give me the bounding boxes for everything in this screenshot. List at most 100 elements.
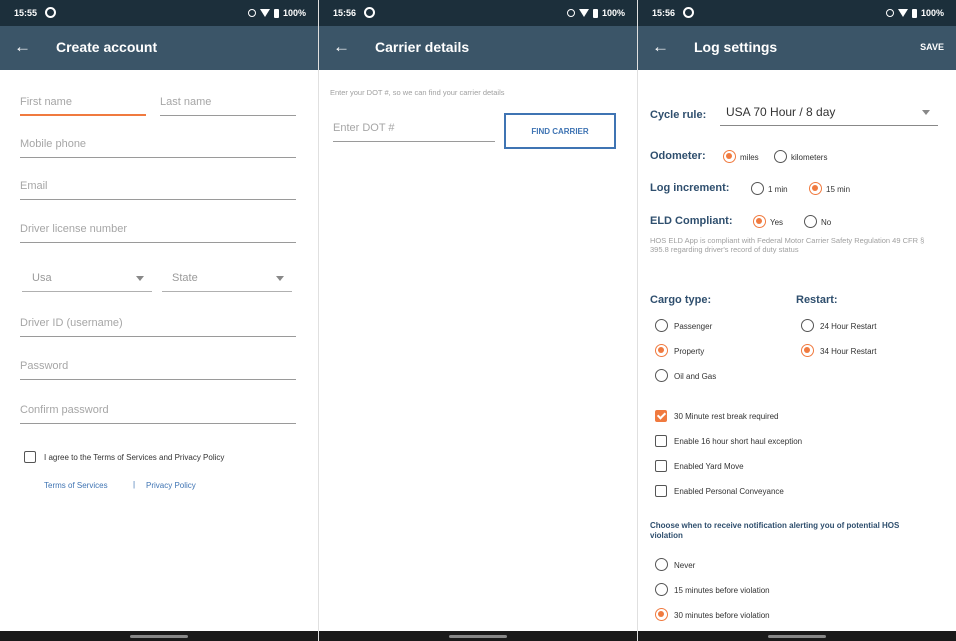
restart-label: Restart: bbox=[796, 294, 838, 306]
battery-icon bbox=[911, 8, 917, 18]
g-icon bbox=[683, 7, 694, 18]
eld-no-label: No bbox=[821, 218, 832, 227]
status-bar: 15:56 100% bbox=[638, 0, 956, 26]
driver-license-input[interactable] bbox=[20, 217, 296, 241]
page-title: Create account bbox=[56, 39, 158, 55]
odometer-miles-radio[interactable] bbox=[723, 150, 736, 163]
mobile-phone-field[interactable] bbox=[20, 132, 296, 158]
confirm-password-field[interactable] bbox=[20, 398, 296, 424]
g-icon bbox=[45, 7, 56, 18]
wifi-icon bbox=[897, 9, 908, 17]
eld-yes-radio[interactable] bbox=[753, 215, 766, 228]
battery-percent: 100% bbox=[920, 8, 944, 18]
driver-id-field[interactable] bbox=[20, 311, 296, 337]
odometer-label: Odometer: bbox=[650, 150, 706, 162]
eld-no-radio[interactable] bbox=[804, 215, 817, 228]
page-title: Carrier details bbox=[375, 39, 470, 55]
home-pill[interactable] bbox=[130, 635, 188, 638]
back-arrow-icon[interactable]: ← bbox=[652, 37, 669, 57]
notify-30-radio[interactable] bbox=[655, 608, 668, 621]
state-select[interactable]: State bbox=[162, 264, 292, 292]
status-time: 15:56 bbox=[333, 8, 357, 18]
email-field[interactable] bbox=[20, 174, 296, 200]
cargo-oil-radio[interactable] bbox=[655, 369, 668, 382]
save-button[interactable]: SAVE bbox=[920, 42, 944, 52]
agree-checkbox[interactable] bbox=[24, 451, 36, 463]
ring-icon bbox=[247, 9, 256, 17]
country-value: Usa bbox=[32, 272, 52, 284]
app-bar: ← Carrier details bbox=[319, 26, 637, 70]
link-separator: | bbox=[133, 480, 136, 489]
status-bar: 15:55 100% bbox=[0, 0, 318, 26]
cargo-property-label: Property bbox=[674, 347, 705, 356]
password-field[interactable] bbox=[20, 354, 296, 380]
back-arrow-icon[interactable]: ← bbox=[14, 37, 31, 57]
chevron-down-icon bbox=[136, 276, 144, 281]
carrier-details-screen: 15:56 100% ← Carrier details Enter your … bbox=[319, 0, 637, 641]
odometer-km-label: kilometers bbox=[791, 153, 828, 162]
personal-conveyance-checkbox[interactable] bbox=[655, 485, 667, 497]
notification-label: Choose when to receive notification aler… bbox=[650, 521, 900, 540]
status-time: 15:55 bbox=[14, 8, 38, 18]
battery-percent: 100% bbox=[282, 8, 306, 18]
log-increment-label: Log increment: bbox=[650, 182, 730, 194]
personal-conveyance-label: Enabled Personal Conveyance bbox=[674, 487, 784, 496]
short-haul-label: Enable 16 hour short haul exception bbox=[674, 437, 803, 446]
log-increment-15-radio[interactable] bbox=[809, 182, 822, 195]
cargo-passenger-radio[interactable] bbox=[655, 319, 668, 332]
log-increment-1-radio[interactable] bbox=[751, 182, 764, 195]
app-bar: ← Create account bbox=[0, 26, 318, 70]
driver-id-input[interactable] bbox=[20, 311, 296, 335]
back-arrow-icon[interactable]: ← bbox=[333, 37, 350, 57]
mobile-phone-input[interactable] bbox=[20, 132, 296, 156]
privacy-link[interactable]: Privacy Policy bbox=[146, 481, 196, 490]
home-pill[interactable] bbox=[768, 635, 826, 638]
cargo-property-radio[interactable] bbox=[655, 344, 668, 357]
eld-yes-label: Yes bbox=[770, 218, 784, 227]
notify-15-radio[interactable] bbox=[655, 583, 668, 596]
battery-icon bbox=[592, 8, 598, 18]
nav-bar bbox=[638, 631, 956, 641]
find-carrier-button[interactable]: FIND CARRIER bbox=[504, 113, 616, 149]
battery-icon bbox=[273, 8, 279, 18]
wifi-icon bbox=[259, 9, 270, 17]
log-increment-1-label: 1 min bbox=[768, 185, 788, 194]
page-title: Log settings bbox=[694, 39, 778, 55]
country-select[interactable]: Usa bbox=[22, 264, 152, 292]
cycle-rule-label: Cycle rule: bbox=[650, 109, 707, 121]
short-haul-checkbox[interactable] bbox=[655, 435, 667, 447]
create-account-screen: 15:55 100% ← Create account Usa State bbox=[0, 0, 318, 641]
app-bar: ← Log settings SAVE bbox=[638, 26, 956, 70]
restart-24-radio[interactable] bbox=[801, 319, 814, 332]
rest-break-checkbox[interactable] bbox=[655, 410, 667, 422]
cycle-rule-select[interactable]: USA 70 Hour / 8 day bbox=[720, 98, 938, 126]
log-settings-screen: 15:56 100% ← Log settings SAVE Cycle rul… bbox=[638, 0, 956, 641]
notify-15-label: 15 minutes before violation bbox=[674, 586, 770, 595]
ring-icon bbox=[566, 9, 575, 17]
chevron-down-icon bbox=[276, 276, 284, 281]
notify-never-radio[interactable] bbox=[655, 558, 668, 571]
state-value: State bbox=[172, 272, 198, 284]
g-icon bbox=[364, 7, 375, 18]
nav-bar bbox=[319, 631, 637, 641]
restart-34-label: 34 Hour Restart bbox=[820, 347, 877, 356]
terms-link[interactable]: Terms of Services bbox=[44, 481, 108, 490]
home-pill[interactable] bbox=[449, 635, 507, 638]
odometer-km-radio[interactable] bbox=[774, 150, 787, 163]
cargo-oil-label: Oil and Gas bbox=[674, 372, 717, 381]
yard-move-checkbox[interactable] bbox=[655, 460, 667, 472]
eld-compliant-label: ELD Compliant: bbox=[650, 215, 733, 227]
eld-hint: HOS ELD App is compliant with Federal Mo… bbox=[650, 236, 925, 254]
last-name-input[interactable] bbox=[160, 90, 296, 114]
driver-license-field[interactable] bbox=[20, 217, 296, 243]
dot-number-field[interactable] bbox=[333, 116, 495, 142]
cargo-passenger-label: Passenger bbox=[674, 322, 713, 331]
first-name-input[interactable] bbox=[20, 90, 146, 114]
last-name-field[interactable] bbox=[160, 90, 296, 116]
dot-number-input[interactable] bbox=[333, 116, 495, 140]
password-input[interactable] bbox=[20, 354, 296, 378]
confirm-password-input[interactable] bbox=[20, 398, 296, 422]
email-input[interactable] bbox=[20, 174, 296, 198]
restart-34-radio[interactable] bbox=[801, 344, 814, 357]
first-name-field[interactable] bbox=[20, 90, 146, 116]
